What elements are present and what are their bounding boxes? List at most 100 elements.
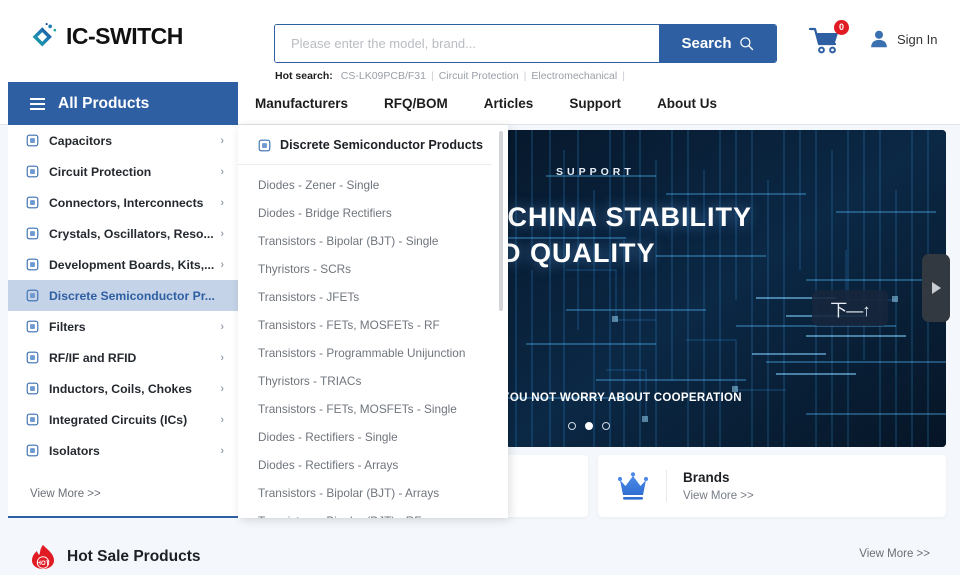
hot-sale-view-more-link[interactable]: View More >> [859, 548, 930, 560]
chip-square-icon [26, 289, 39, 302]
nav-link-articles[interactable]: Articles [484, 96, 534, 111]
hot-sale-title: Hot Sale Products [67, 548, 201, 566]
banner-eyebrow: SUPPORT [556, 166, 635, 178]
promo-carousel[interactable]: SUPPORT BY CHINA STABILITY AND QUALITY 下… [506, 130, 946, 447]
flyout-item[interactable]: Diodes - Rectifiers - Arrays [238, 451, 508, 479]
sidebar-item-filters[interactable]: Filters › [8, 311, 238, 342]
nav-link-rfq-bom[interactable]: RFQ/BOM [384, 96, 448, 111]
hot-search-sep-3: | [622, 70, 625, 82]
sidebar-item-label: Circuit Protection [49, 165, 216, 179]
nav-link-manufacturers[interactable]: Manufacturers [255, 96, 348, 111]
flyout-scrollbar-thumb[interactable] [499, 131, 503, 311]
all-products-button[interactable]: All Products [8, 82, 238, 125]
flyout-item[interactable]: Transistors - Bipolar (BJT) - Single [238, 227, 508, 255]
chevron-right-icon: › [220, 414, 224, 426]
card-view-more-link[interactable]: View More >> [683, 490, 754, 502]
sign-in-label: Sign In [897, 32, 937, 47]
flyout-title: Discrete Semiconductor Products [280, 138, 483, 152]
hot-sale-section: HOT Hot Sale Products View More >> [0, 530, 960, 575]
category-sidebar: Capacitors › Circuit Protection › Connec… [8, 125, 238, 518]
hot-sale-heading: HOT Hot Sale Products [30, 544, 201, 570]
sidebar-item-label: Discrete Semiconductor Pr... [49, 289, 216, 303]
sidebar-item-discrete-semiconductor-products[interactable]: Discrete Semiconductor Pr... › [8, 280, 238, 311]
sign-in-button[interactable]: Sign In [868, 28, 937, 50]
chevron-right-icon: › [220, 197, 224, 209]
flyout-item[interactable]: Diodes - Bridge Rectifiers [238, 199, 508, 227]
sidebar-item-inductors-coils-chokes[interactable]: Inductors, Coils, Chokes › [8, 373, 238, 404]
sidebar-item-label: Crystals, Oscillators, Reso... [49, 227, 216, 241]
chip-square-icon [26, 382, 39, 395]
flyout-item[interactable]: Transistors - Bipolar (BJT) - RF [238, 507, 508, 518]
logo-text: IC-SWITCH [66, 23, 183, 50]
sidebar-item-rf-if-and-rfid[interactable]: RF/IF and RFID › [8, 342, 238, 373]
hot-search-term-1[interactable]: CS-LK09PCB/F31 [341, 70, 426, 82]
cart-count-badge: 0 [834, 20, 849, 35]
chevron-right-icon: › [220, 321, 224, 333]
nav-link-support[interactable]: Support [569, 96, 621, 111]
chevron-right-icon: › [220, 135, 224, 147]
chevron-right-icon: › [220, 383, 224, 395]
sidebar-item-label: Filters [49, 320, 216, 334]
flyout-item[interactable]: Thyristors - SCRs [238, 255, 508, 283]
card-divider [666, 470, 667, 502]
flyout-item[interactable]: Thyristors - TRIACs [238, 367, 508, 395]
carousel-dot-3[interactable] [602, 422, 610, 430]
carousel-next-button[interactable] [922, 254, 950, 322]
flyout-item[interactable]: Transistors - FETs, MOSFETs - Single [238, 395, 508, 423]
sidebar-item-crystals-oscillators[interactable]: Crystals, Oscillators, Reso... › [8, 218, 238, 249]
flyout-item[interactable]: Diodes - Zener - Single [238, 171, 508, 199]
main-navbar: All Products Manufacturers RFQ/BOM Artic… [0, 82, 960, 125]
flyout-item[interactable]: Transistors - JFETs [238, 283, 508, 311]
carousel-dot-2[interactable] [585, 422, 593, 430]
sidebar-item-label: Isolators [49, 444, 216, 458]
hot-search-label: Hot search: [275, 70, 333, 82]
flyout-item[interactable]: Diodes - Rectifiers - Single [238, 423, 508, 451]
hamburger-menu-icon [30, 98, 45, 110]
sidebar-item-label: Inductors, Coils, Chokes [49, 382, 216, 396]
crown-icon [616, 469, 650, 503]
sidebar-item-development-boards[interactable]: Development Boards, Kits,... › [8, 249, 238, 280]
carousel-dots [568, 422, 610, 430]
sidebar-item-label: Integrated Circuits (ICs) [49, 413, 216, 427]
chip-square-icon [258, 139, 271, 152]
magnifier-icon [739, 36, 754, 51]
hot-flame-icon: HOT [30, 544, 56, 570]
chip-square-icon [26, 196, 39, 209]
category-view-more-link[interactable]: View More >> [30, 488, 101, 500]
site-logo[interactable]: IC-SWITCH [30, 22, 183, 50]
card-title: Brands [683, 470, 754, 485]
flyout-item[interactable]: Transistors - FETs, MOSFETs - RF [238, 311, 508, 339]
hot-search-sep-1: | [431, 70, 434, 82]
chevron-right-icon: › [220, 445, 224, 457]
flyout-item[interactable]: Transistors - Bipolar (BJT) - Arrays [238, 479, 508, 507]
hot-search-row: Hot search: CS-LK09PCB/F31 | Circuit Pro… [275, 70, 625, 82]
primary-nav-links: Manufacturers RFQ/BOM Articles Support A… [255, 82, 717, 125]
flyout-item[interactable]: Transistors - Programmable Unijunction [238, 339, 508, 367]
hot-flame-icon-text: HOT [37, 561, 50, 567]
search-bar: Search [274, 24, 777, 63]
sidebar-item-circuit-protection[interactable]: Circuit Protection › [8, 156, 238, 187]
flyout-header: Discrete Semiconductor Products [238, 125, 492, 165]
hot-search-term-2[interactable]: Circuit Protection [439, 70, 519, 82]
cart-button[interactable]: 0 [808, 25, 842, 60]
hot-search-term-3[interactable]: Electromechanical [531, 70, 617, 82]
diamond-chip-logo-icon [30, 22, 58, 50]
card-brands[interactable]: Brands View More >> [598, 455, 946, 517]
search-button[interactable]: Search [659, 25, 776, 62]
all-products-label: All Products [58, 95, 149, 113]
category-flyout-panel: Discrete Semiconductor Products Diodes -… [238, 125, 508, 518]
nav-link-about-us[interactable]: About Us [657, 96, 717, 111]
chevron-right-icon: › [220, 259, 224, 271]
sidebar-item-label: Development Boards, Kits,... [49, 258, 216, 272]
chip-square-icon [26, 165, 39, 178]
chevron-right-icon: › [220, 228, 224, 240]
carousel-dot-1[interactable] [568, 422, 576, 430]
sidebar-item-label: Connectors, Interconnects [49, 196, 216, 210]
sidebar-item-integrated-circuits[interactable]: Integrated Circuits (ICs) › [8, 404, 238, 435]
sidebar-item-capacitors[interactable]: Capacitors › [8, 125, 238, 156]
sidebar-item-isolators[interactable]: Isolators › [8, 435, 238, 466]
sidebar-item-connectors-interconnects[interactable]: Connectors, Interconnects › [8, 187, 238, 218]
search-input[interactable] [275, 25, 659, 62]
chevron-right-icon [929, 280, 943, 296]
chip-square-icon [26, 258, 39, 271]
